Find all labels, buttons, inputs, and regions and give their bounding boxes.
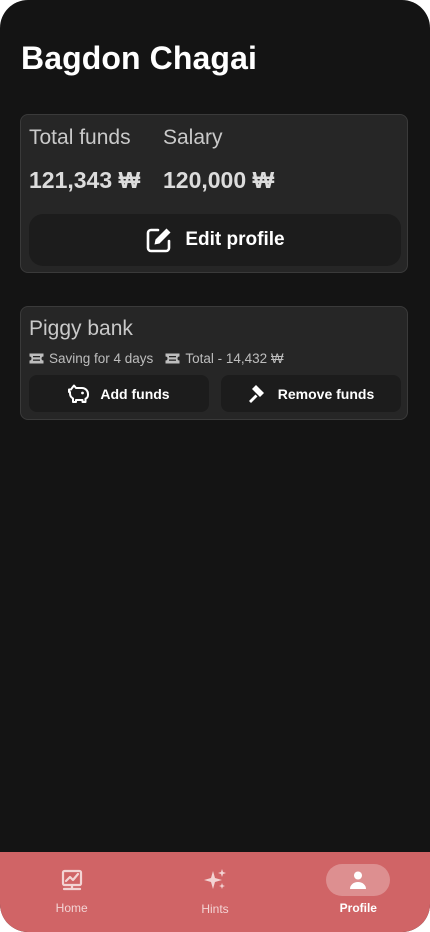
nav-label-profile: Profile [339,901,377,915]
nav-label-hints: Hints [201,902,229,916]
total-text: Total - 14,432 ₩ [185,351,284,366]
total-funds-label: Total funds [29,126,131,149]
chart-board-icon [61,869,83,891]
add-funds-label: Add funds [100,385,170,402]
ticket-icon [29,353,44,364]
piggy-bank-icon [68,384,90,404]
nav-icon-container [183,864,247,896]
page-title: Bagdon Chagai [21,40,257,76]
piggy-total: Total - 14,432 ₩ [165,351,284,366]
nav-item-home[interactable]: Home [0,852,143,932]
total-funds-value: 121,343 ₩ [29,167,141,193]
piggy-bank-title: Piggy bank [29,317,133,340]
salary-label: Salary [163,126,223,149]
hammer-icon [248,384,268,404]
edit-profile-button[interactable]: Edit profile [29,214,401,266]
piggy-bank-card: Piggy bank Saving for 4 days Total - 14,… [20,306,408,420]
saving-text: Saving for 4 days [49,351,154,366]
edit-profile-label: Edit profile [185,229,285,250]
salary-value: 120,000 ₩ [163,167,275,193]
bottom-navigation: Home Hints Profile [0,852,430,932]
ticket-icon [165,353,180,364]
remove-funds-label: Remove funds [277,385,375,402]
sparkles-icon [203,868,227,892]
piggy-bank-meta: Saving for 4 days Total - 14,432 ₩ [29,351,284,366]
nav-item-profile[interactable]: Profile [287,852,430,932]
remove-funds-button[interactable]: Remove funds [221,375,401,412]
nav-label-home: Home [55,901,88,915]
saving-duration: Saving for 4 days [29,351,153,366]
edit-square-icon [145,226,173,254]
add-funds-button[interactable]: Add funds [29,375,209,412]
app-screen: Bagdon Chagai Total funds Salary 121,343… [0,0,430,932]
nav-item-hints[interactable]: Hints [143,852,286,932]
nav-active-indicator [326,864,391,896]
nav-icon-container [40,864,104,896]
funds-card: Total funds Salary 121,343 ₩ 120,000 ₩ E… [20,114,408,273]
person-icon [348,870,368,890]
